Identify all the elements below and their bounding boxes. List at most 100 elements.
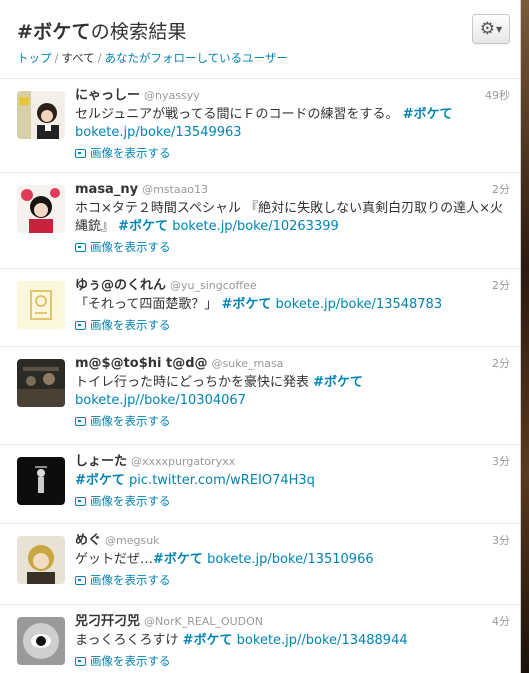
view-media-link[interactable]: 画像を表示する bbox=[75, 144, 510, 162]
tweet-item[interactable]: めぐ @megsuk 3分 ゲットだぜ…#ボケて bokete.jp/boke/1… bbox=[0, 524, 520, 605]
hashtag-link[interactable]: #ボケて bbox=[403, 107, 453, 122]
image-icon bbox=[75, 320, 86, 330]
avatar-image bbox=[17, 91, 65, 139]
settings-menu-button[interactable]: ⚙ ▼ bbox=[472, 14, 510, 44]
page-title: #ボケての検索結果 bbox=[17, 17, 187, 44]
user-handle[interactable]: @NorK_REAL_OUDON bbox=[144, 615, 263, 628]
breadcrumb-top-link[interactable]: トップ bbox=[17, 51, 52, 65]
breadcrumb-following-link[interactable]: あなたがフォローしているユーザー bbox=[105, 51, 288, 65]
view-media-label: 画像を表示する bbox=[90, 573, 171, 587]
avatar-image bbox=[17, 617, 65, 665]
url-link[interactable]: pic.twitter.com/wREIO74H3q bbox=[129, 473, 315, 488]
tweet-text: ホコ×タテ２時間スペシャル 『絶対に失敗しない真剣白刃取りの達人×火縄銃』 #ボ… bbox=[75, 200, 510, 236]
user-handle[interactable]: @megsuk bbox=[105, 534, 160, 547]
avatar[interactable] bbox=[17, 457, 65, 505]
search-header: #ボケての検索結果 ⚙ ▼ トップ / すべて / あなたがフォローしているユーザー bbox=[0, 0, 520, 79]
view-media-link[interactable]: 画像を表示する bbox=[75, 492, 510, 510]
url-link[interactable]: bokete.jp//boke/10304067 bbox=[75, 393, 246, 408]
image-icon bbox=[75, 242, 86, 252]
user-name[interactable]: masa_ny bbox=[75, 182, 138, 197]
user-name[interactable]: ゆぅ@のくれん bbox=[75, 278, 166, 293]
user-handle[interactable]: @nyassyy bbox=[144, 89, 200, 102]
tweet-timestamp[interactable]: 2分 bbox=[492, 355, 510, 373]
hashtag-link[interactable]: #ボケて bbox=[222, 297, 272, 312]
tweet-timestamp[interactable]: 49秒 bbox=[485, 87, 510, 105]
tweet-item[interactable]: 兕刁幵刁兕 @NorK_REAL_OUDON 4分 まっくろくろすけ #ボケて b… bbox=[0, 605, 520, 673]
avatar[interactable] bbox=[17, 536, 65, 584]
tweet-timestamp[interactable]: 4分 bbox=[492, 613, 510, 631]
tweet-timestamp[interactable]: 2分 bbox=[492, 181, 510, 199]
url-link[interactable]: bokete.jp/boke/13510966 bbox=[207, 552, 374, 567]
tweet-text: #ボケて pic.twitter.com/wREIO74H3q bbox=[75, 472, 510, 490]
hashtag-link[interactable]: #ボケて bbox=[118, 219, 168, 234]
hashtag-link[interactable]: #ボケて bbox=[75, 473, 125, 488]
view-media-link[interactable]: 画像を表示する bbox=[75, 238, 510, 256]
avatar-image bbox=[17, 281, 65, 329]
user-handle[interactable]: @suke_masa bbox=[212, 357, 284, 370]
avatar-image bbox=[17, 185, 65, 233]
view-media-link[interactable]: 画像を表示する bbox=[75, 412, 510, 430]
user-name[interactable]: めぐ bbox=[75, 533, 101, 548]
tweet-body: セルジュニアが戦ってる間にＦのコードの練習をする。 bbox=[75, 107, 399, 122]
tweet-header: にゃっしー @nyassyy bbox=[75, 87, 510, 105]
tweet-item[interactable]: m@$@to$hi t@d@ @suke_masa 2分 トイレ行った時にどっちか… bbox=[0, 347, 520, 445]
tweet-content: 兕刁幵刁兕 @NorK_REAL_OUDON 4分 まっくろくろすけ #ボケて b… bbox=[75, 613, 510, 670]
hashtag-link[interactable]: #ボケて bbox=[183, 633, 233, 648]
tweet-item[interactable]: masa_ny @mstaao13 2分 ホコ×タテ２時間スペシャル 『絶対に失敗… bbox=[0, 173, 520, 269]
view-media-label: 画像を表示する bbox=[90, 318, 171, 332]
avatar[interactable] bbox=[17, 185, 65, 233]
view-media-label: 画像を表示する bbox=[90, 414, 171, 428]
tweet-timestamp[interactable]: 2分 bbox=[492, 277, 510, 295]
breadcrumb: トップ / すべて / あなたがフォローしているユーザー bbox=[17, 50, 288, 66]
tweet-content: にゃっしー @nyassyy 49秒 セルジュニアが戦ってる間にＦのコードの練習を… bbox=[75, 87, 510, 162]
avatar-image bbox=[17, 359, 65, 407]
user-handle[interactable]: @mstaao13 bbox=[142, 183, 208, 196]
hashtag-link[interactable]: #ボケて bbox=[313, 375, 363, 390]
tweet-body: 「それって四面楚歌？」 bbox=[75, 297, 218, 312]
tweet-timestamp[interactable]: 3分 bbox=[492, 532, 510, 550]
avatar-image bbox=[17, 457, 65, 505]
image-icon bbox=[75, 575, 86, 585]
tweet-item[interactable]: しょーた @xxxxpurgatoryxx 3分 #ボケて pic.twitter… bbox=[0, 445, 520, 524]
tweet-text: トイレ行った時にどっちかを豪快に発表 #ボケて bokete.jp//boke/… bbox=[75, 374, 510, 410]
tweet-header: めぐ @megsuk bbox=[75, 532, 510, 550]
tweet-content: めぐ @megsuk 3分 ゲットだぜ…#ボケて bokete.jp/boke/1… bbox=[75, 532, 510, 589]
tweet-item[interactable]: ゆぅ@のくれん @yu_singcoffee 2分 「それって四面楚歌？」 #ボケ… bbox=[0, 269, 520, 347]
image-icon bbox=[75, 416, 86, 426]
view-media-label: 画像を表示する bbox=[90, 240, 171, 254]
view-media-label: 画像を表示する bbox=[90, 146, 171, 160]
user-handle[interactable]: @xxxxpurgatoryxx bbox=[131, 455, 235, 468]
user-name[interactable]: m@$@to$hi t@d@ bbox=[75, 356, 208, 371]
url-link[interactable]: bokete.jp/boke/13549963 bbox=[75, 125, 242, 140]
user-name[interactable]: しょーた bbox=[75, 454, 127, 469]
tweet-item[interactable]: にゃっしー @nyassyy 49秒 セルジュニアが戦ってる間にＦのコードの練習を… bbox=[0, 79, 520, 173]
hashtag-link[interactable]: #ボケて bbox=[153, 552, 203, 567]
tweet-text: セルジュニアが戦ってる間にＦのコードの練習をする。 #ボケて bokete.jp… bbox=[75, 106, 510, 142]
tweet-header: m@$@to$hi t@d@ @suke_masa bbox=[75, 355, 510, 373]
view-media-link[interactable]: 画像を表示する bbox=[75, 571, 510, 589]
breadcrumb-separator: / bbox=[54, 51, 59, 65]
avatar[interactable] bbox=[17, 617, 65, 665]
caret-down-icon: ▼ bbox=[496, 24, 503, 34]
user-handle[interactable]: @yu_singcoffee bbox=[170, 279, 257, 292]
breadcrumb-all-current: すべて bbox=[61, 51, 95, 65]
user-name[interactable]: にゃっしー bbox=[75, 88, 140, 103]
tweet-content: m@$@to$hi t@d@ @suke_masa 2分 トイレ行った時にどっちか… bbox=[75, 355, 510, 430]
avatar[interactable] bbox=[17, 91, 65, 139]
avatar[interactable] bbox=[17, 359, 65, 407]
tweet-text: まっくろくろすけ #ボケて bokete.jp//boke/13488944 bbox=[75, 632, 510, 650]
tweet-text: ゲットだぜ…#ボケて bokete.jp/boke/13510966 bbox=[75, 551, 510, 569]
tweet-timestamp[interactable]: 3分 bbox=[492, 453, 510, 471]
url-link[interactable]: bokete.jp//boke/13488944 bbox=[237, 633, 408, 648]
tweet-body: トイレ行った時にどっちかを豪快に発表 bbox=[75, 375, 310, 390]
url-link[interactable]: bokete.jp/boke/13548783 bbox=[276, 297, 443, 312]
tweet-content: masa_ny @mstaao13 2分 ホコ×タテ２時間スペシャル 『絶対に失敗… bbox=[75, 181, 510, 256]
image-icon bbox=[75, 656, 86, 666]
user-name[interactable]: 兕刁幵刁兕 bbox=[75, 614, 140, 629]
gear-icon: ⚙ bbox=[479, 18, 496, 39]
view-media-link[interactable]: 画像を表示する bbox=[75, 316, 510, 334]
avatar[interactable] bbox=[17, 281, 65, 329]
view-media-label: 画像を表示する bbox=[90, 654, 171, 668]
url-link[interactable]: bokete.jp/boke/10263399 bbox=[172, 219, 339, 234]
view-media-link[interactable]: 画像を表示する bbox=[75, 652, 510, 670]
